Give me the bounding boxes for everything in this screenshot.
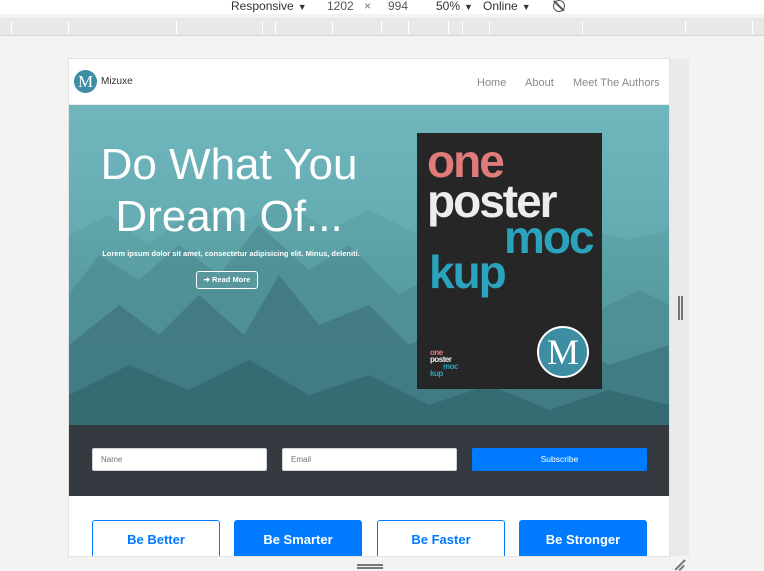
hero-title: Do What You Dream Of...	[75, 139, 383, 243]
ruler-tick	[448, 21, 449, 34]
hero-description: Lorem ipsum dolor sit amet, consectetur …	[102, 249, 360, 258]
rotate-icon[interactable]	[553, 0, 565, 12]
throttle-select[interactable]: Online ▼	[483, 0, 531, 14]
zoom-caret-icon: ▼	[464, 2, 473, 12]
ruler-tick	[685, 21, 686, 34]
be-smarter-button[interactable]: Be Smarter	[234, 520, 362, 556]
hero-section: Do What You Dream Of... Lorem ipsum dolo…	[69, 105, 669, 425]
ruler-tick	[275, 21, 276, 34]
ruler-tick	[176, 21, 177, 34]
device-caret-icon: ▼	[297, 2, 307, 12]
device-select[interactable]: Responsive ▼	[231, 0, 307, 14]
resize-handle-corner[interactable]	[674, 559, 686, 571]
feature-buttons: Be Better Be Smarter Be Faster Be Strong…	[69, 496, 669, 556]
nav-link-meet-the-authors[interactable]: Meet The Authors	[573, 77, 660, 89]
poster-logo: M	[537, 326, 589, 378]
brand-logo[interactable]: M	[74, 70, 97, 93]
be-better-button[interactable]: Be Better	[92, 520, 220, 556]
subscribe-section: Name Email Subscribe	[69, 425, 669, 496]
poster-word-kup: kup	[429, 246, 507, 298]
width-input[interactable]: 1202	[327, 0, 354, 14]
device-label: Responsive	[231, 0, 294, 13]
ruler-tick	[582, 21, 583, 34]
hero-title-line-2: Dream Of...	[115, 192, 343, 241]
throttle-label: Online	[483, 0, 518, 13]
read-more-label: Read More	[212, 275, 251, 284]
be-stronger-button[interactable]: Be Stronger	[519, 520, 647, 556]
dimension-separator: ×	[364, 0, 372, 13]
name-field[interactable]: Name	[92, 448, 267, 471]
ruler-tick	[408, 21, 409, 34]
ruler-tick	[11, 21, 12, 34]
zoom-select[interactable]: 50% ▼	[436, 0, 473, 14]
poster-mini-moc: moc	[443, 362, 458, 371]
subscribe-button[interactable]: Subscribe	[472, 448, 647, 471]
be-faster-button[interactable]: Be Faster	[377, 520, 505, 556]
email-field[interactable]: Email	[282, 448, 457, 471]
resize-handle-bottom[interactable]	[357, 564, 383, 570]
hero-title-line-1: Do What You	[100, 140, 358, 189]
resize-handle-right[interactable]	[677, 296, 683, 320]
poster-mockup: one poster moc kup one poster moc kup M	[417, 133, 602, 389]
nav-link-home[interactable]: Home	[477, 77, 506, 89]
zoom-label: 50%	[436, 0, 461, 13]
device-viewport: M Mizuxe Home About Meet The Authors Do …	[69, 59, 669, 556]
arrow-right-icon: ➔	[203, 275, 210, 284]
poster-mini-kup: kup	[430, 369, 443, 378]
ruler-tick	[262, 21, 263, 34]
nav-link-about[interactable]: About	[525, 77, 554, 89]
media-query-ruler[interactable]	[0, 18, 764, 36]
poster-word-moc: moc	[504, 211, 595, 263]
ruler-tick	[752, 21, 753, 34]
height-input[interactable]: 994	[388, 0, 408, 14]
read-more-button[interactable]: ➔ Read More	[196, 271, 258, 289]
ruler-tick	[381, 21, 382, 34]
brand-name[interactable]: Mizuxe	[101, 76, 133, 87]
ruler-tick	[489, 21, 490, 34]
ruler-tick	[332, 21, 333, 34]
throttle-caret-icon: ▼	[521, 2, 531, 12]
ruler-tick	[462, 21, 463, 34]
device-toolbar: Responsive ▼ 1202 × 994 50% ▼ Online ▼	[0, 0, 764, 14]
ruler-tick	[68, 21, 69, 34]
navbar: M Mizuxe Home About Meet The Authors	[69, 59, 669, 105]
